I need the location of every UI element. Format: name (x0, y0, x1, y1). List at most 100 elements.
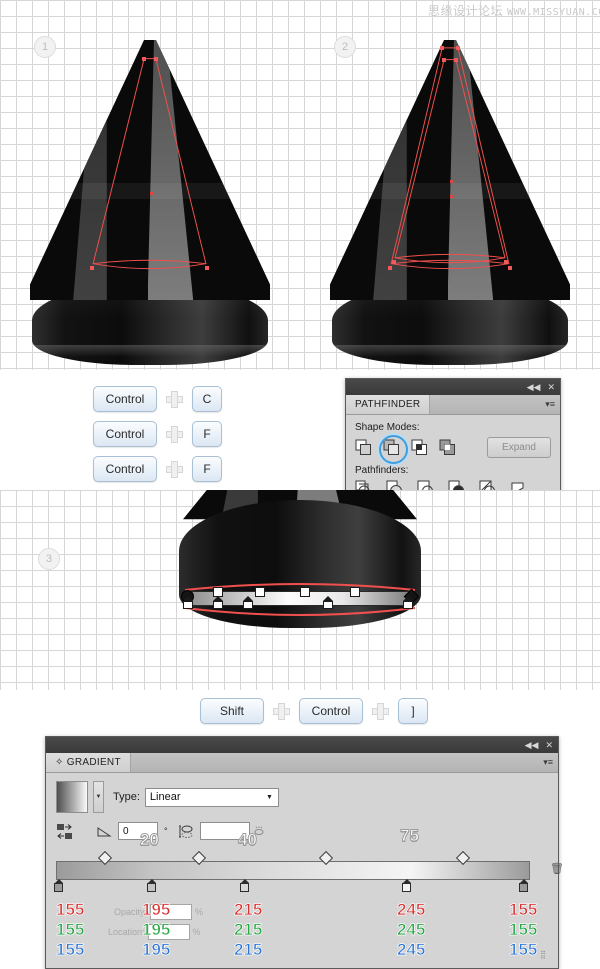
unite-button[interactable] (355, 439, 372, 456)
anchor-point (442, 58, 446, 62)
gradient-angle-row: 0 ° 20 40 75 (56, 822, 548, 850)
annotator-stop[interactable] (300, 587, 310, 597)
key-control[interactable]: Control (93, 421, 157, 447)
gradient-preview-swatch[interactable] (56, 781, 88, 813)
plus-icon (166, 425, 183, 443)
collapse-icon[interactable]: ◀◀ (525, 740, 539, 750)
exclude-button[interactable] (439, 439, 456, 456)
stop-red-value: 195 (142, 900, 171, 920)
stop-rgb-column: 215 215 215 (234, 900, 263, 960)
pathfinder-panel[interactable]: ◀◀ ✕ PATHFINDER ▾≡ Shape Modes: Expand P… (345, 378, 561, 507)
stop-red-value: 215 (234, 900, 263, 920)
step-badge-3: 3 (38, 548, 60, 570)
shortcut-group-bring-front: Shift Control ] (200, 698, 428, 724)
gradient-slider[interactable]: 🗑 (54, 850, 564, 898)
gradient-stop-values: Opacity: % Location: % 155 155 155 195 1… (56, 900, 548, 962)
panel-menu-icon[interactable]: ▾≡ (545, 399, 555, 410)
gradient-stop[interactable] (402, 879, 411, 892)
minus-front-button[interactable] (379, 435, 408, 464)
anchor-point (154, 57, 158, 61)
watermark-cn: 思缘设计论坛 (428, 4, 504, 18)
gradient-preset-dropdown[interactable]: ▼ (93, 781, 104, 813)
shortcut-group-copy-paste: Control C Control F Control F (93, 386, 222, 491)
panel-tab-bar: PATHFINDER ▾≡ (346, 395, 560, 415)
gradient-stop[interactable] (519, 879, 528, 892)
cone-body (30, 40, 270, 300)
key-bracket-right[interactable]: ] (398, 698, 428, 724)
stop-red-value: 155 (56, 900, 85, 920)
intersect-button[interactable] (411, 439, 428, 456)
panel-tab-bar: ✧ GRADIENT ▾≡ (46, 753, 558, 773)
selected-ring (379, 435, 408, 464)
anchor-point (392, 260, 396, 264)
anchor-point (142, 57, 146, 61)
midpoint-callout-40: 40 (238, 830, 258, 850)
key-f[interactable]: F (192, 456, 222, 482)
reverse-gradient-button[interactable] (56, 823, 73, 840)
key-control[interactable]: Control (93, 386, 157, 412)
gradient-stop[interactable] (240, 879, 249, 892)
gradient-stop[interactable] (54, 879, 63, 892)
stop-blue-value: 195 (142, 940, 171, 960)
cone-illustration-step2 (330, 40, 570, 370)
key-shift[interactable]: Shift (200, 698, 264, 724)
gradient-body: ▼ Type: Linear ▼ 0 ° 20 40 75 🗑 Opacity:… (46, 773, 564, 968)
tab-gradient-label: GRADIENT (66, 757, 121, 768)
degree-symbol: ° (164, 826, 168, 836)
key-control[interactable]: Control (299, 698, 363, 724)
tab-gradient[interactable]: ✧ GRADIENT (46, 753, 131, 772)
shortcut-row: Shift Control ] (200, 698, 428, 724)
close-icon[interactable]: ✕ (547, 382, 555, 392)
anchor-point (504, 260, 508, 264)
gradient-annotator[interactable] (145, 490, 455, 690)
collapse-icon[interactable]: ◀◀ (527, 382, 541, 392)
gradient-stop-handle[interactable] (213, 596, 223, 609)
annotator-stop[interactable] (350, 587, 360, 597)
stop-green-value: 155 (56, 920, 85, 940)
key-f[interactable]: F (192, 421, 222, 447)
percent-symbol: % (195, 907, 204, 917)
stop-rgb-column: 245 245 245 (397, 900, 426, 960)
center-point (450, 195, 453, 198)
expand-button[interactable]: Expand (487, 437, 551, 458)
gradient-panel[interactable]: ◀◀ ✕ ✧ GRADIENT ▾≡ ▼ Type: Linear ▼ 0 ° … (45, 736, 564, 969)
key-c[interactable]: C (192, 386, 222, 412)
stop-blue-value: 245 (397, 940, 426, 960)
stop-blue-value: 215 (234, 940, 263, 960)
stop-rgb-column: 155 155 155 (56, 900, 85, 960)
midpoint-callout-75: 75 (400, 826, 420, 846)
key-control[interactable]: Control (93, 456, 157, 482)
plus-icon (372, 702, 389, 720)
anchor-point (205, 266, 209, 270)
annotator-stop[interactable] (255, 587, 265, 597)
close-icon[interactable]: ✕ (545, 740, 553, 750)
shape-modes-label: Shape Modes: (355, 422, 420, 433)
panel-menu-icon[interactable]: ▾≡ (543, 757, 553, 768)
plus-icon (273, 702, 290, 720)
tab-pathfinder[interactable]: PATHFINDER (346, 395, 431, 414)
watermark-url: WWW.MISSYUAN.COM (507, 7, 600, 18)
pathfinders-label: Pathfinders: (355, 465, 409, 476)
cone-body (330, 40, 570, 300)
gradient-ramp[interactable] (56, 861, 530, 880)
gradient-stop[interactable] (147, 879, 156, 892)
stop-blue-value: 155 (509, 940, 538, 960)
shortcut-row: Control F (93, 456, 222, 482)
plus-icon (166, 460, 183, 478)
gradient-type-select[interactable]: Linear ▼ (144, 787, 279, 807)
watermark: 思缘设计论坛WWW.MISSYUAN.COM (428, 2, 600, 19)
gradient-stop-handle[interactable] (183, 596, 193, 609)
cone-closeup-step3 (145, 490, 455, 690)
midpoint-callout-20: 20 (140, 830, 160, 850)
percent-symbol: % (192, 927, 201, 937)
shape-modes-row: Expand (355, 435, 551, 464)
delete-stop-icon[interactable]: 🗑 (550, 862, 564, 875)
stop-red-value: 245 (397, 900, 426, 920)
chevron-down-icon: ▼ (265, 793, 273, 801)
resize-grip-icon[interactable]: ⣿ (540, 950, 546, 959)
stop-rgb-column: 195 195 195 (142, 900, 171, 960)
gradient-stop-handle[interactable] (403, 596, 413, 609)
stop-green-value: 155 (509, 920, 538, 940)
gradient-stop-handle[interactable] (243, 596, 253, 609)
gradient-stop-handle[interactable] (323, 596, 333, 609)
